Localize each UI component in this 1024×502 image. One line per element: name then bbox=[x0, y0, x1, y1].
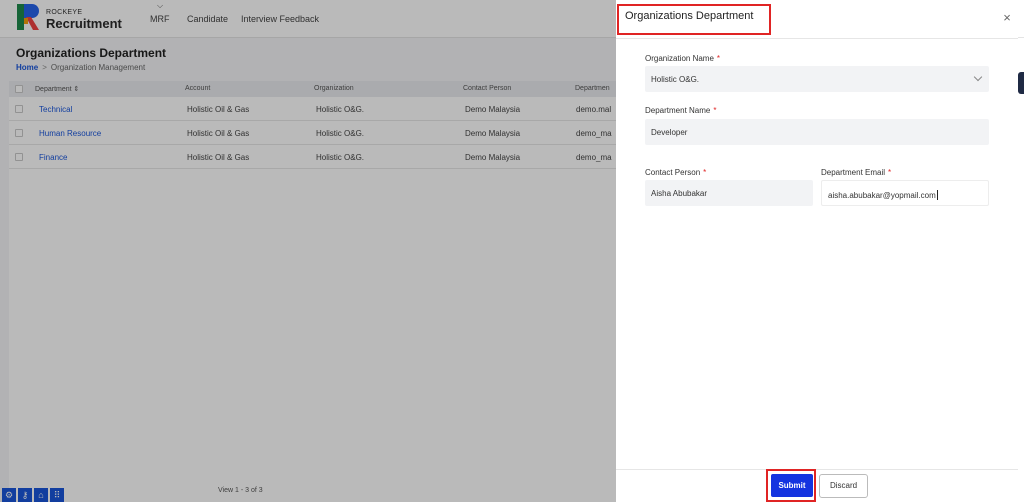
organization-select-value: Holistic O&G. bbox=[651, 75, 700, 84]
department-name-value: Developer bbox=[651, 128, 688, 137]
organization-select[interactable]: Holistic O&G. bbox=[645, 66, 989, 92]
department-name-input[interactable]: Developer bbox=[645, 119, 989, 145]
department-email-label: Department Email * bbox=[821, 168, 892, 177]
side-tab-icon[interactable] bbox=[1018, 72, 1024, 94]
organization-name-label: Organization Name * bbox=[645, 54, 721, 63]
discard-button[interactable]: Discard bbox=[819, 474, 868, 498]
department-drawer: Organizations Department × Organization … bbox=[616, 0, 1018, 502]
contact-person-label: Contact Person * bbox=[645, 168, 707, 177]
department-name-label: Department Name * bbox=[645, 106, 717, 115]
modal-backdrop[interactable] bbox=[0, 0, 616, 502]
required-marker: * bbox=[888, 168, 892, 177]
text-cursor bbox=[936, 190, 938, 200]
footer-divider bbox=[616, 469, 1018, 470]
required-marker: * bbox=[713, 106, 717, 115]
required-marker: * bbox=[703, 168, 707, 177]
department-email-input[interactable]: aisha.abubakar@yopmail.com bbox=[821, 180, 989, 206]
contact-person-input[interactable]: Aisha Abubakar bbox=[645, 180, 813, 206]
contact-person-value: Aisha Abubakar bbox=[651, 189, 708, 198]
department-email-value: aisha.abubakar@yopmail.com bbox=[828, 191, 936, 200]
submit-button[interactable]: Submit bbox=[771, 474, 813, 497]
divider bbox=[616, 38, 1018, 39]
drawer-title: Organizations Department bbox=[625, 10, 754, 22]
chevron-down-icon bbox=[973, 72, 983, 82]
close-icon[interactable]: × bbox=[1001, 11, 1013, 24]
required-marker: * bbox=[716, 54, 721, 63]
